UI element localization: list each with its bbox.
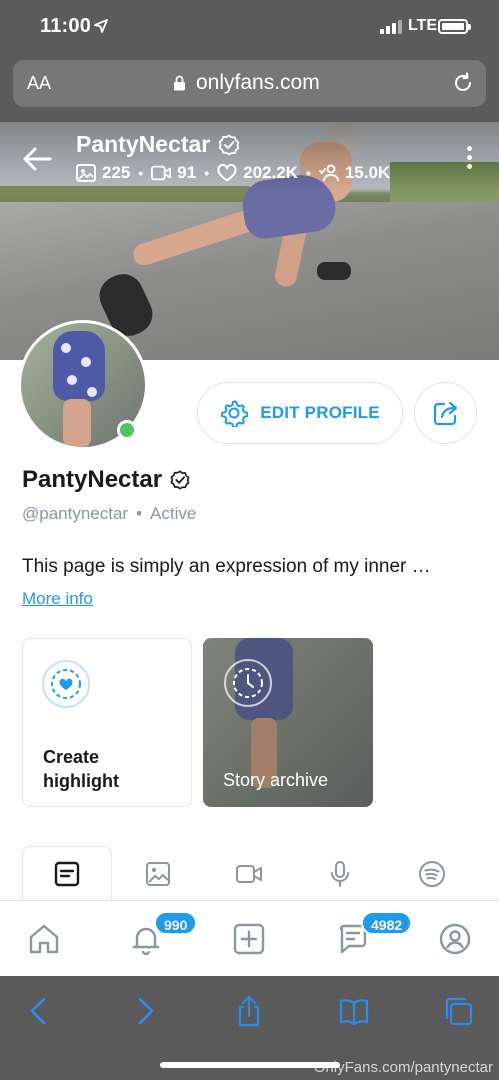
signal-icon	[380, 20, 402, 34]
image-icon	[76, 164, 96, 182]
tab-photos[interactable]	[113, 846, 203, 901]
browser-back-button[interactable]	[22, 994, 56, 1028]
edit-profile-button[interactable]: EDIT PROFILE	[197, 382, 403, 444]
messages-badge: 4982	[361, 911, 413, 935]
nav-profile[interactable]	[435, 919, 475, 959]
tab-audio[interactable]	[295, 846, 385, 901]
share-profile-button[interactable]	[414, 382, 477, 444]
posts-icon	[54, 861, 80, 887]
videos-icon	[236, 864, 262, 883]
fans-icon	[318, 164, 339, 182]
more-info-link[interactable]: More info	[22, 589, 93, 609]
home-icon	[29, 924, 59, 954]
create-highlight-card[interactable]: Create highlight	[22, 638, 192, 807]
tabs-icon	[445, 997, 473, 1026]
back-arrow-icon[interactable]	[22, 146, 52, 172]
chevron-right-icon	[138, 997, 154, 1025]
network-type: LTE	[408, 17, 438, 34]
location-arrow-icon	[94, 19, 108, 33]
add-post-icon	[233, 923, 265, 955]
browser-forward-button[interactable]	[128, 994, 162, 1028]
text-size-button[interactable]: AA	[27, 73, 51, 94]
videos-stat: 91	[151, 163, 196, 183]
photos-icon	[146, 861, 170, 886]
notifications-badge: 990	[154, 911, 198, 935]
browser-top-chrome: 11:00 LTE AA onlyfans.com	[0, 0, 499, 122]
story-archive-icon	[224, 659, 272, 707]
address-bar[interactable]: AA onlyfans.com	[13, 60, 486, 107]
browser-tabs-button[interactable]	[441, 994, 475, 1028]
fans-stat: 15.0K	[318, 163, 390, 183]
verified-icon	[170, 470, 190, 490]
story-archive-label: Story archive	[223, 770, 329, 790]
spotify-icon	[419, 860, 445, 887]
tab-spotify[interactable]	[387, 846, 477, 901]
profile-name: PantyNectar	[22, 466, 190, 494]
profile-icon	[439, 923, 471, 955]
add-highlight-icon	[42, 660, 90, 708]
heart-icon	[217, 164, 237, 182]
cover-profile-name: PantyNectar	[76, 131, 240, 158]
more-options-icon[interactable]	[462, 146, 476, 172]
likes-stat: 202.2K	[217, 163, 298, 183]
verified-icon	[218, 134, 240, 155]
story-archive-card[interactable]: Story archive	[203, 638, 373, 807]
tab-videos[interactable]	[204, 846, 294, 901]
nav-new-post[interactable]	[229, 919, 269, 959]
profile-handle-row: @pantynectar • Active	[22, 504, 197, 523]
share-icon	[238, 995, 260, 1027]
lock-icon	[174, 75, 185, 91]
create-highlight-label: Create highlight	[43, 747, 119, 791]
book-icon	[339, 999, 369, 1026]
watermark: OnlyFans.com/pantynectar	[313, 1059, 493, 1076]
gear-icon	[221, 400, 249, 427]
photos-stat: 225	[76, 163, 130, 183]
audio-icon	[331, 860, 349, 887]
tab-posts[interactable]	[22, 846, 112, 901]
url-domain: onlyfans.com	[196, 71, 320, 94]
browser-share-button[interactable]	[232, 994, 266, 1028]
video-icon	[151, 165, 172, 181]
profile-handle: @pantynectar	[22, 504, 129, 523]
share-icon	[433, 401, 457, 426]
status-time: 11:00	[40, 15, 92, 37]
content-tabs	[0, 846, 499, 901]
status-bar: 11:00 LTE	[0, 0, 499, 56]
profile-status: Active	[150, 504, 197, 523]
online-status-dot	[117, 420, 137, 440]
battery-icon	[438, 19, 471, 34]
bottom-navigation: 990 4982	[0, 900, 499, 976]
cover-stats: 225 • 91 • 202.2K • 15.0K	[76, 163, 390, 183]
chevron-left-icon	[30, 997, 46, 1025]
reload-icon[interactable]	[452, 72, 474, 94]
nav-home[interactable]	[24, 919, 64, 959]
profile-bio: This page is simply an expression of my …	[22, 556, 431, 577]
browser-bookmarks-button[interactable]	[337, 994, 371, 1028]
